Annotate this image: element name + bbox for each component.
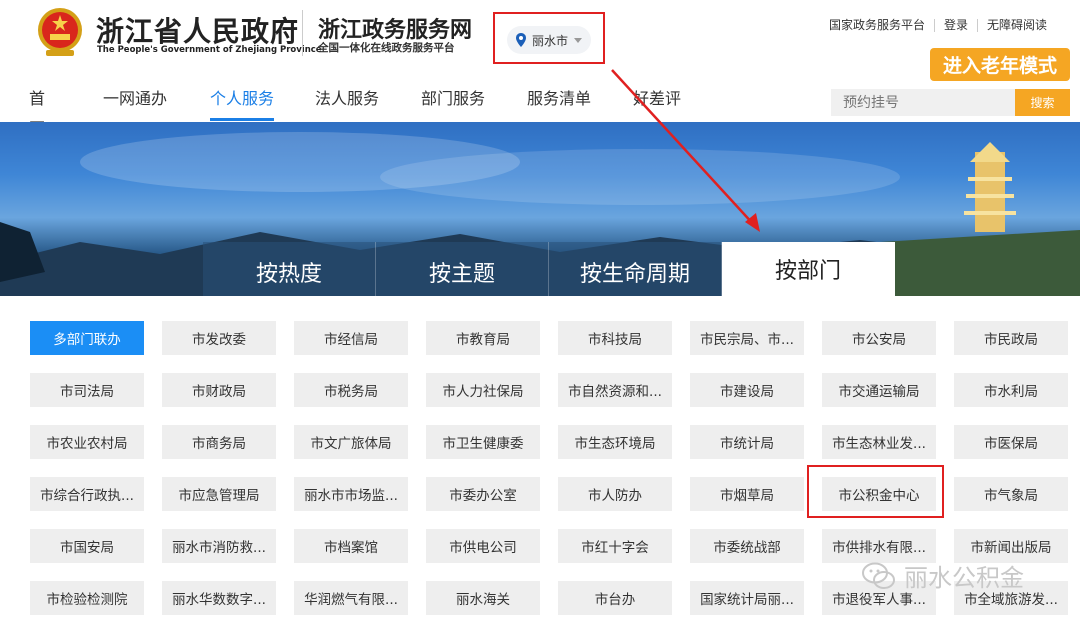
watermark-text: 丽水公积金: [904, 564, 1024, 592]
page: 浙江省人民政府 The People's Government of Zheji…: [0, 0, 1080, 621]
watermark: 丽水公积金: [862, 558, 1024, 593]
wechat-icon: [862, 562, 895, 589]
annotation-arrow: [611, 69, 760, 232]
